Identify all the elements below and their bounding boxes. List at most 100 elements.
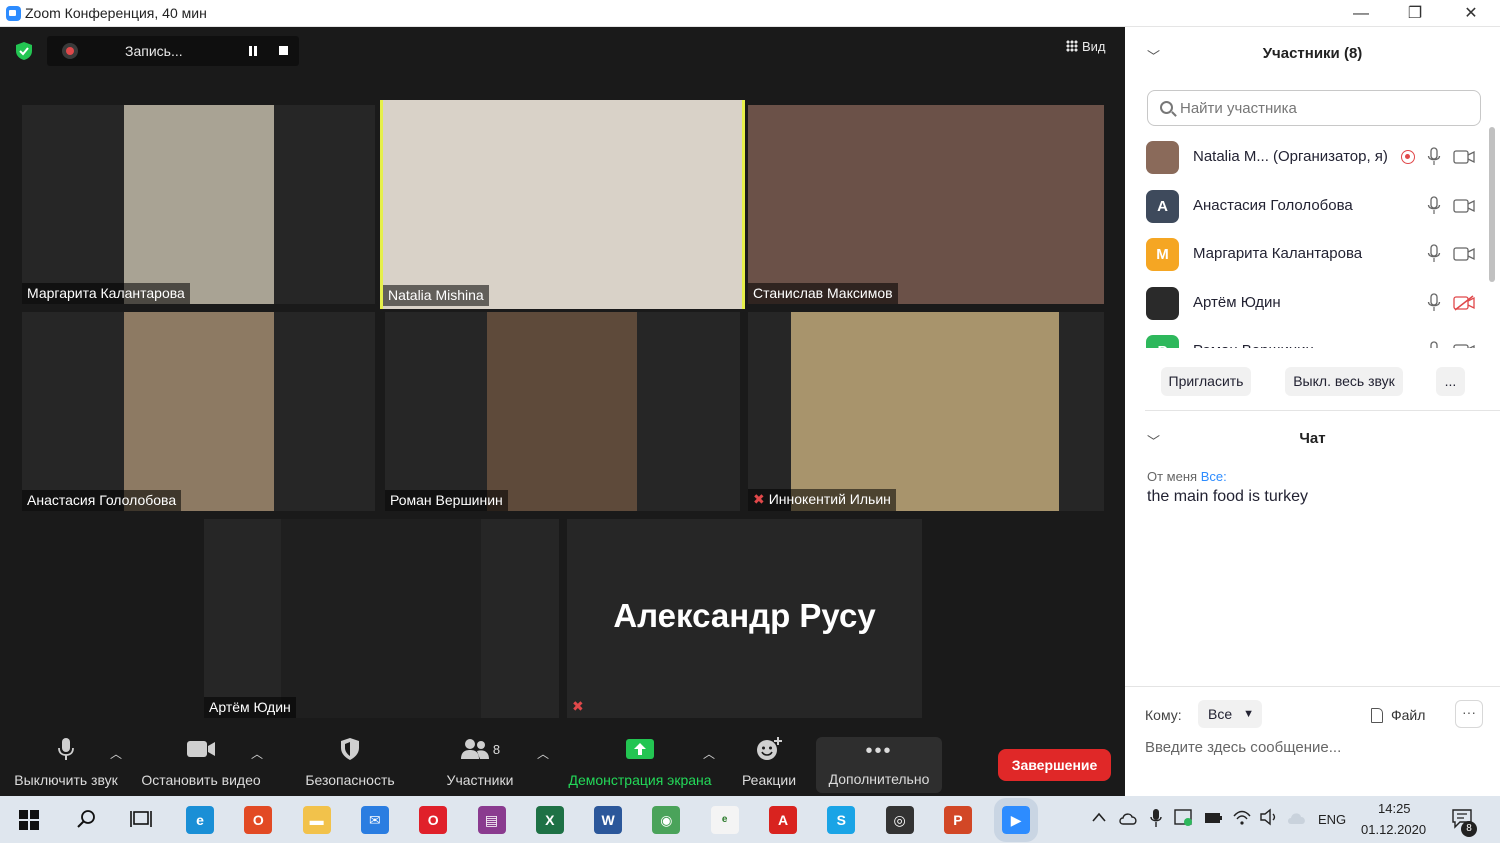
security-shield-outline-icon: [341, 738, 359, 760]
participant-row[interactable]: А Анастасия Гололобова: [1125, 182, 1487, 230]
media-app-icon[interactable]: ◎: [885, 806, 914, 834]
file-button[interactable]: Файл: [1371, 707, 1425, 723]
chevron-down-icon: ▼: [1243, 708, 1254, 720]
microphone-icon[interactable]: [1427, 147, 1441, 167]
epanel-app-icon[interactable]: e: [710, 806, 739, 834]
participants-header: Участники (8): [1262, 45, 1363, 62]
camera-icon[interactable]: [1453, 343, 1475, 348]
skype-app-icon[interactable]: S: [827, 806, 856, 834]
avatar: [1146, 286, 1179, 320]
mute-button[interactable]: Выключить звук: [8, 733, 124, 796]
task-view-icon[interactable]: [130, 809, 152, 829]
view-button[interactable]: Вид: [1066, 39, 1106, 54]
stop-video-label: Остановить видео: [141, 772, 261, 788]
recording-bar: Запись...: [47, 36, 299, 66]
word-app-icon[interactable]: W: [594, 806, 623, 834]
chrome-app-icon[interactable]: ◉: [652, 806, 681, 834]
chat-more-button[interactable]: ···: [1455, 700, 1483, 728]
participant-name: Артём Юдин: [1193, 293, 1281, 311]
powerpoint-app-icon[interactable]: P: [943, 806, 972, 834]
reactions-button[interactable]: Реакции: [735, 733, 803, 796]
end-meeting-button[interactable]: Завершение: [998, 749, 1111, 781]
excel-app-icon[interactable]: X: [535, 806, 564, 834]
participant-row[interactable]: М Маргарита Калантарова: [1125, 230, 1487, 278]
explorer-app-icon[interactable]: ▬: [302, 806, 331, 834]
microphone-icon[interactable]: [1427, 244, 1441, 264]
audio-options-caret-icon[interactable]: ︿: [110, 745, 122, 762]
microphone-icon[interactable]: [1427, 341, 1441, 348]
chat-message-input[interactable]: Введите здесь сообщение...: [1145, 739, 1341, 756]
video-feed: [124, 105, 274, 304]
participants-count: 8: [492, 741, 501, 757]
window-title: Zoom Конференция, 40 мин: [25, 5, 207, 21]
participants-caret-icon[interactable]: ︿: [537, 745, 549, 762]
recipient-select[interactable]: Все ▼: [1198, 700, 1262, 728]
camera-icon[interactable]: [1453, 246, 1475, 262]
opera-app-icon[interactable]: O: [419, 806, 448, 834]
security-tray-icon[interactable]: [1174, 808, 1194, 828]
onedrive-cloud-icon[interactable]: [1118, 811, 1138, 825]
clock-time[interactable]: 14:25: [1378, 801, 1411, 816]
acrobat-app-icon[interactable]: A: [769, 806, 797, 834]
video-tile[interactable]: Артём Юдин: [204, 519, 559, 718]
video-feed: [124, 312, 274, 511]
video-tile[interactable]: Маргарита Калантарова: [22, 105, 375, 304]
windows-start-icon[interactable]: [19, 810, 39, 830]
more-button[interactable]: ••• Дополнительно: [816, 737, 942, 793]
battery-icon[interactable]: [1204, 811, 1222, 825]
clock-date[interactable]: 01.12.2020: [1361, 822, 1426, 837]
stop-recording-icon[interactable]: [279, 46, 288, 55]
security-button[interactable]: Безопасность: [300, 733, 400, 796]
video-tile[interactable]: Анастасия Гололобова: [22, 312, 375, 511]
participants-more-button[interactable]: ...: [1436, 367, 1465, 396]
share-options-caret-icon[interactable]: ︿: [703, 745, 715, 762]
security-label: Безопасность: [305, 772, 395, 788]
minimize-button[interactable]: —: [1338, 3, 1384, 25]
mute-all-button[interactable]: Выкл. весь звук: [1285, 367, 1403, 396]
participant-row[interactable]: Natalia M... (Организатор, я): [1125, 133, 1487, 181]
active-speaker-tile[interactable]: Natalia Mishina: [380, 100, 745, 309]
security-shield-icon[interactable]: [14, 41, 34, 61]
share-screen-button[interactable]: Демонстрация экрана: [562, 733, 718, 796]
participant-name-label: ✖ Иннокентий Ильин: [748, 489, 896, 511]
participant-row[interactable]: Артём Юдин: [1125, 279, 1487, 327]
video-feed: [791, 312, 1059, 511]
camera-icon[interactable]: [1453, 198, 1475, 214]
invite-button[interactable]: Пригласить: [1161, 367, 1251, 396]
microphone-icon[interactable]: [1427, 292, 1441, 313]
video-tile[interactable]: ✖ Иннокентий Ильин: [748, 312, 1104, 511]
mail-app-icon[interactable]: ✉: [360, 806, 389, 834]
language-indicator[interactable]: ENG: [1318, 812, 1346, 827]
microphone-tray-icon[interactable]: [1150, 808, 1162, 828]
office-app-icon[interactable]: O: [244, 806, 273, 834]
divider: [1145, 410, 1500, 411]
more-dots-icon: •••: [865, 739, 893, 762]
camera-icon[interactable]: [1453, 149, 1475, 165]
edge-app-icon[interactable]: e: [186, 806, 214, 834]
video-options-caret-icon[interactable]: ︿: [251, 745, 263, 762]
video-tile[interactable]: Станислав Максимов: [748, 105, 1104, 304]
wifi-icon[interactable]: [1232, 808, 1252, 826]
zoom-app-icon[interactable]: ▶: [994, 798, 1039, 842]
maximize-button[interactable]: ❐: [1392, 3, 1438, 25]
pause-recording-icon[interactable]: [247, 45, 259, 57]
search-icon: [1160, 101, 1173, 114]
participant-search-input[interactable]: Найти участника: [1147, 90, 1481, 126]
search-icon[interactable]: [76, 809, 96, 829]
video-off-tile[interactable]: Александр Русу ✖: [567, 519, 922, 718]
share-screen-label: Демонстрация экрана: [568, 772, 712, 788]
close-button[interactable]: ✕: [1448, 3, 1494, 25]
winrar-app-icon[interactable]: ▤: [477, 806, 506, 834]
microphone-icon[interactable]: [1427, 195, 1441, 216]
stop-video-button[interactable]: Остановить видео: [137, 733, 265, 796]
divider: [1125, 686, 1500, 687]
cloud-status-icon[interactable]: [1286, 810, 1308, 826]
camera-off-icon[interactable]: [1453, 294, 1475, 311]
video-tile[interactable]: Роман Вершинин: [385, 312, 740, 511]
participant-row[interactable]: Р Роман Вершинин: [1125, 327, 1487, 348]
chevron-up-icon[interactable]: [1092, 812, 1106, 822]
participants-button[interactable]: 8 Участники: [440, 733, 520, 796]
volume-icon[interactable]: [1259, 808, 1279, 826]
avatar: [1146, 141, 1179, 174]
participant-list-scrollbar[interactable]: [1489, 127, 1495, 282]
